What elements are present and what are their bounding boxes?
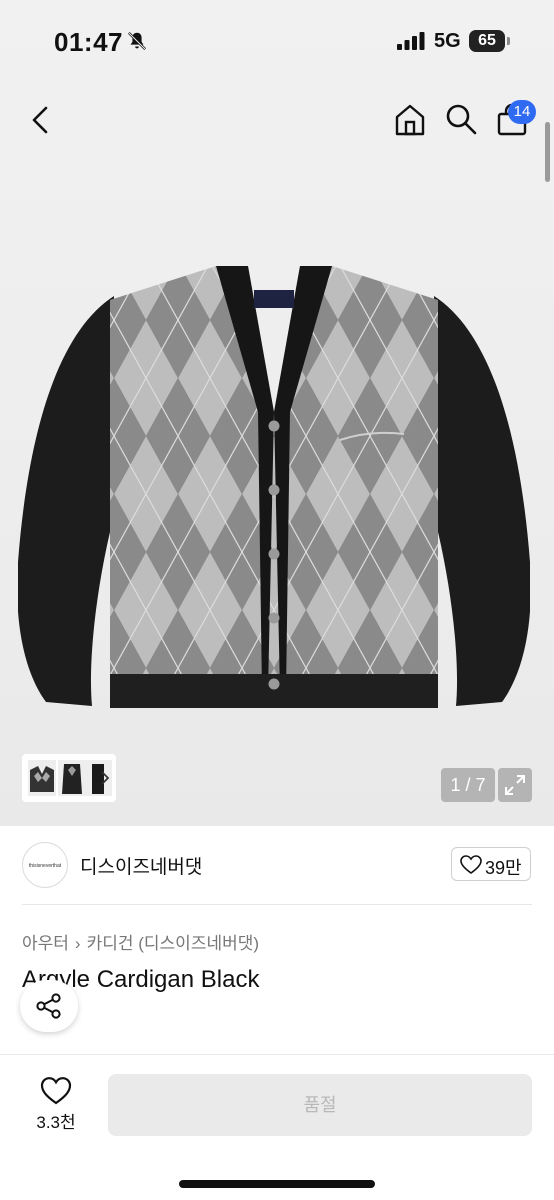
product-image[interactable] [18,262,530,712]
chevron-right-icon[interactable] [99,768,111,788]
share-button[interactable] [20,980,78,1032]
signal-icon [397,32,425,50]
breadcrumb-item-outer[interactable]: 아우터 [22,934,69,953]
status-bar: 01:47 5G 65 [0,0,554,84]
breadcrumb-item-cardigan[interactable]: 카디건 (디스이즈네버댓) [87,934,259,953]
wish-count: 3.3천 [36,1113,76,1132]
share-icon [36,993,61,1019]
thumbnail-1[interactable] [28,760,56,796]
search-icon[interactable] [444,102,478,136]
heart-icon [460,855,482,874]
cart-count-badge: 14 [508,100,536,124]
battery-nub [507,37,510,45]
brand-like-count: 39만 [485,858,522,878]
image-counter: 1 / 7 [441,768,495,802]
breadcrumb: 아우터 › 카디건 (디스이즈네버댓) [22,929,259,954]
seller-logo[interactable]: thisisneverthat [22,842,68,888]
divider [22,904,532,905]
back-icon[interactable] [24,102,58,138]
seller-name[interactable]: 디스이즈네버댓 [80,852,202,879]
chevron-right-icon: › [74,934,81,953]
home-indicator [179,1180,375,1188]
status-time: 01:47 [54,27,123,57]
network-type: 5G [434,30,461,52]
brand-like-button[interactable]: 39만 [451,847,531,881]
scrollbar[interactable] [545,122,550,182]
product-hero: 01:47 5G 65 14 1 / 7 [0,0,554,826]
sold-out-button[interactable]: 품절 [108,1074,532,1136]
bell-slash-icon [127,31,147,51]
battery-icon: 65 [469,30,505,52]
heart-icon[interactable] [40,1076,72,1106]
divider [0,1054,554,1055]
expand-icon[interactable] [498,768,532,802]
home-icon[interactable] [392,102,428,138]
thumbnail-2[interactable] [58,760,86,796]
